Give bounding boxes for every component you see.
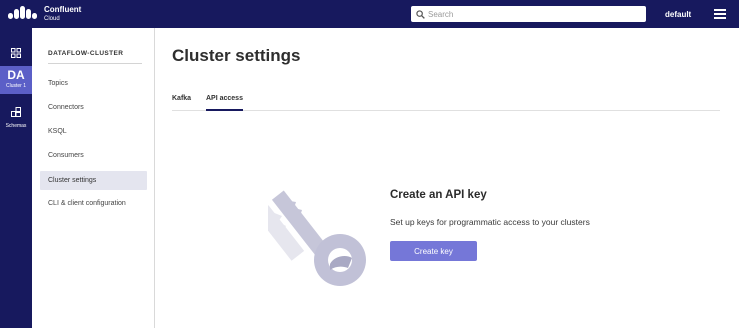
left-rail: DA Cluster 1 Schemas <box>0 28 32 328</box>
schemas-icon <box>11 107 21 117</box>
environment-selector[interactable]: default <box>665 10 691 19</box>
empty-state-title: Create an API key <box>390 189 487 201</box>
rail-cluster-button[interactable]: DA Cluster 1 <box>0 66 32 94</box>
sidenav-item-ksql[interactable]: KSQL <box>40 122 147 141</box>
rail-home-button[interactable] <box>0 44 32 62</box>
cluster-sidenav: DATAFLOW-CLUSTER Topics Connectors KSQL … <box>32 28 155 328</box>
divider <box>48 63 142 64</box>
confluent-logo-icon[interactable] <box>8 6 37 19</box>
sidenav-item-cluster-settings[interactable]: Cluster settings <box>40 171 147 190</box>
empty-state-description: Set up keys for programmatic access to y… <box>390 217 590 227</box>
sidenav-item-cli-client-configuration[interactable]: CLI & client configuration <box>40 194 147 213</box>
tab-kafka[interactable]: Kafka <box>172 95 191 111</box>
tab-api-access[interactable]: API access <box>206 95 243 111</box>
cluster-label: Cluster 1 <box>5 83 26 89</box>
sidenav-item-topics[interactable]: Topics <box>40 74 147 93</box>
brand-name[interactable]: Confluent Cloud <box>44 5 82 23</box>
cluster-abbreviation: DA <box>7 68 25 82</box>
api-key-illustration-icon <box>268 190 366 286</box>
hamburger-menu-icon[interactable] <box>714 9 726 19</box>
rail-schemas-button[interactable]: Schemas <box>0 104 32 129</box>
settings-tabs: Kafka API access <box>172 95 720 111</box>
create-key-button[interactable]: Create key <box>390 241 477 261</box>
search-box[interactable] <box>411 6 646 22</box>
brand-subtitle: Cloud <box>44 16 60 22</box>
top-bar: Confluent Cloud default <box>0 0 739 28</box>
sidenav-item-consumers[interactable]: Consumers <box>40 146 147 165</box>
sidenav-item-connectors[interactable]: Connectors <box>40 98 147 117</box>
schemas-label: Schemas <box>5 123 27 129</box>
grid-icon <box>11 48 21 58</box>
search-icon <box>416 9 425 19</box>
page-title: Cluster settings <box>172 46 301 65</box>
cluster-name: DATAFLOW-CLUSTER <box>48 50 124 57</box>
brand-title: Confluent <box>44 5 82 14</box>
search-input[interactable] <box>428 9 628 19</box>
